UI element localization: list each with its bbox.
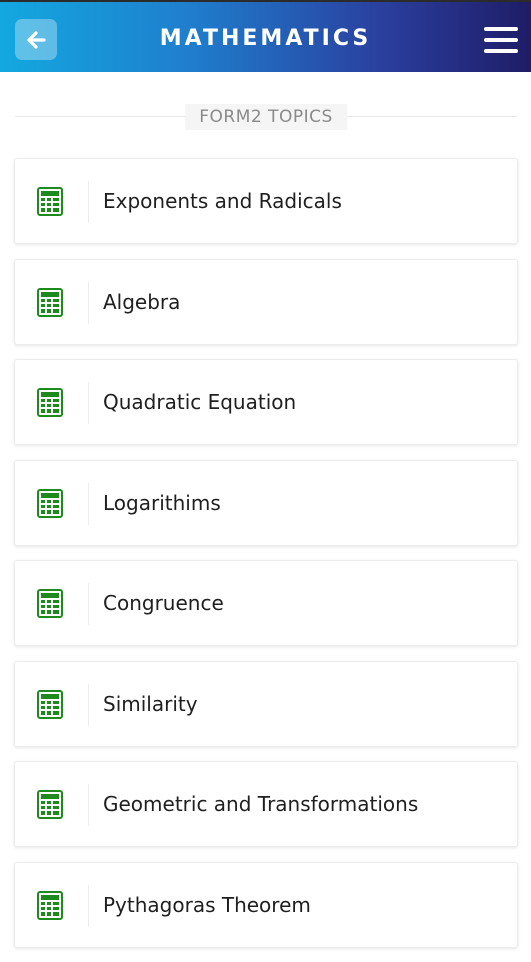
topic-label: Exponents and Radicals (103, 189, 342, 213)
top-app-bar: MATHEMATICS (0, 0, 531, 72)
hamburger-menu-icon (484, 27, 518, 31)
topic-label: Algebra (103, 289, 181, 314)
calculator-icon (37, 287, 63, 317)
topic-card[interactable]: Exponents and Radicals (14, 158, 518, 244)
topic-label: Pythagoras Theorem (103, 892, 311, 917)
card-divider (88, 784, 89, 826)
card-divider (88, 181, 89, 223)
section-title: FORM2 TOPICS (185, 104, 347, 130)
topic-label: Quadratic Equation (103, 390, 297, 414)
card-divider (88, 482, 89, 525)
card-divider (88, 382, 89, 424)
calculator-icon (37, 790, 63, 819)
section-header: FORM2 TOPICS (15, 104, 517, 132)
topic-card[interactable]: Quadratic Equation (14, 359, 518, 445)
topic-label: Logarithims (103, 490, 221, 515)
calculator-icon (37, 890, 63, 920)
calculator-icon (37, 689, 63, 719)
menu-button[interactable] (484, 27, 518, 53)
topic-card[interactable]: Congruence (14, 560, 518, 646)
card-divider (88, 281, 89, 324)
topic-label: Similarity (103, 691, 198, 716)
page-title: MATHEMATICS (159, 26, 372, 51)
topic-card[interactable]: Geometric and Transformations (14, 761, 518, 847)
topic-card[interactable]: Algebra (14, 258, 518, 345)
topic-label: Geometric and Transformations (103, 792, 419, 816)
topic-card[interactable]: Similarity (14, 660, 518, 747)
topic-card[interactable]: Logarithims (14, 459, 518, 546)
card-divider (88, 683, 89, 726)
card-divider (88, 884, 89, 927)
calculator-icon (37, 388, 63, 417)
calculator-icon (37, 488, 63, 518)
topic-list: Exponents and Radicals Algebra Quadratic… (14, 158, 518, 962)
calculator-icon (37, 589, 63, 618)
calculator-icon (37, 187, 63, 216)
card-divider (88, 583, 89, 625)
topic-label: Congruence (103, 591, 224, 615)
topic-card[interactable]: Pythagoras Theorem (14, 861, 518, 948)
